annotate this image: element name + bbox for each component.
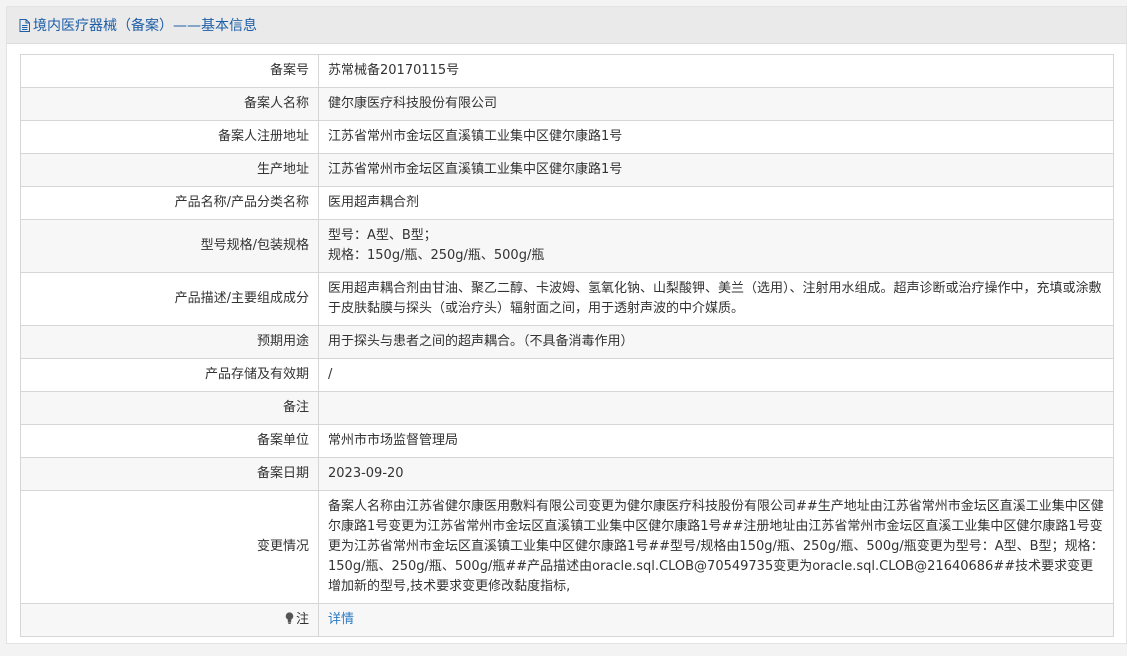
row-label: 备案人注册地址 bbox=[20, 120, 319, 154]
table-row: 备注 bbox=[20, 391, 1114, 425]
note-label-cell: 注 bbox=[20, 603, 319, 637]
table-row: 备案单位 常州市市场监督管理局 bbox=[20, 424, 1114, 458]
row-label: 产品名称/产品分类名称 bbox=[20, 186, 319, 220]
panel-header: 境内医疗器械（备案）——基本信息 bbox=[7, 7, 1126, 44]
row-value: 苏常械备20170115号 bbox=[318, 54, 1114, 88]
table-row: 预期用途 用于探头与患者之间的超声耦合。（不具备消毒作用） bbox=[20, 325, 1114, 359]
table-row: 备案人注册地址 江苏省常州市金坛区直溪镇工业集中区健尔康路1号 bbox=[20, 120, 1114, 154]
row-value: 健尔康医疗科技股份有限公司 bbox=[318, 87, 1114, 121]
row-label: 备案单位 bbox=[20, 424, 319, 458]
row-label: 生产地址 bbox=[20, 153, 319, 187]
row-value: 用于探头与患者之间的超声耦合。（不具备消毒作用） bbox=[318, 325, 1114, 359]
row-label: 备案日期 bbox=[20, 457, 319, 491]
info-panel: 境内医疗器械（备案）——基本信息 备案号 苏常械备20170115号 备案人名称… bbox=[6, 6, 1127, 644]
table-row: 产品存储及有效期 / bbox=[20, 358, 1114, 392]
row-label: 预期用途 bbox=[20, 325, 319, 359]
row-value: 型号：A型、B型； 规格：150g/瓶、250g/瓶、500g/瓶 bbox=[318, 219, 1114, 273]
note-row: 注 详情 bbox=[20, 603, 1114, 637]
lightbulb-icon bbox=[285, 612, 294, 624]
row-value: / bbox=[318, 358, 1114, 392]
table-row: 变更情况 备案人名称由江苏省健尔康医用敷料有限公司变更为健尔康医疗科技股份有限公… bbox=[20, 490, 1114, 604]
table-row: 生产地址 江苏省常州市金坛区直溪镇工业集中区健尔康路1号 bbox=[20, 153, 1114, 187]
table-row: 产品名称/产品分类名称 医用超声耦合剂 bbox=[20, 186, 1114, 220]
page-title: 境内医疗器械（备案）——基本信息 bbox=[33, 18, 257, 34]
row-label: 型号规格/包装规格 bbox=[20, 219, 319, 273]
row-value: 医用超声耦合剂由甘油、聚乙二醇、卡波姆、氢氧化钠、山梨酸钾、美兰（选用）、注射用… bbox=[318, 272, 1114, 326]
document-icon bbox=[19, 18, 30, 32]
row-label: 产品描述/主要组成成分 bbox=[20, 272, 319, 326]
table-row: 型号规格/包装规格 型号：A型、B型； 规格：150g/瓶、250g/瓶、500… bbox=[20, 219, 1114, 273]
row-value: 医用超声耦合剂 bbox=[318, 186, 1114, 220]
row-label: 备案人名称 bbox=[20, 87, 319, 121]
row-value bbox=[318, 391, 1114, 425]
table-row: 备案日期 2023-09-20 bbox=[20, 457, 1114, 491]
note-value-cell: 详情 bbox=[318, 603, 1114, 637]
row-label: 备注 bbox=[20, 391, 319, 425]
note-label: 注 bbox=[295, 612, 309, 627]
row-value: 江苏省常州市金坛区直溪镇工业集中区健尔康路1号 bbox=[318, 153, 1114, 187]
row-label: 变更情况 bbox=[20, 490, 319, 604]
row-value: 江苏省常州市金坛区直溪镇工业集中区健尔康路1号 bbox=[318, 120, 1114, 154]
info-table: 备案号 苏常械备20170115号 备案人名称 健尔康医疗科技股份有限公司 备案… bbox=[20, 54, 1114, 637]
row-value: 备案人名称由江苏省健尔康医用敷料有限公司变更为健尔康医疗科技股份有限公司##生产… bbox=[318, 490, 1114, 604]
table-row: 备案人名称 健尔康医疗科技股份有限公司 bbox=[20, 87, 1114, 121]
row-label: 备案号 bbox=[20, 54, 319, 88]
row-value: 2023-09-20 bbox=[318, 457, 1114, 491]
table-row: 产品描述/主要组成成分 医用超声耦合剂由甘油、聚乙二醇、卡波姆、氢氧化钠、山梨酸… bbox=[20, 272, 1114, 326]
table-row: 备案号 苏常械备20170115号 bbox=[20, 54, 1114, 88]
row-label: 产品存储及有效期 bbox=[20, 358, 319, 392]
details-link[interactable]: 详情 bbox=[328, 612, 354, 627]
row-value: 常州市市场监督管理局 bbox=[318, 424, 1114, 458]
